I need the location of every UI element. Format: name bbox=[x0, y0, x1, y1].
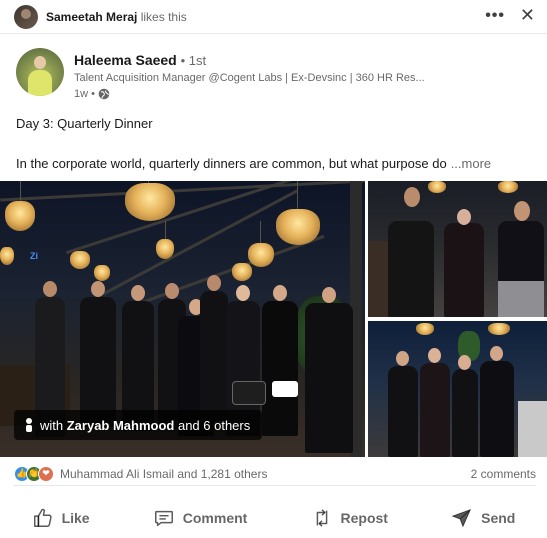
comment-icon bbox=[154, 510, 173, 527]
comment-label: Comment bbox=[182, 510, 248, 526]
tag-name: Zaryab Mahmood bbox=[66, 417, 175, 433]
send-label: Send bbox=[481, 510, 516, 526]
tag-text: with Zaryab Mahmood and 6 others bbox=[40, 417, 251, 433]
post-text-line-2-content: In the corporate world, quarterly dinner… bbox=[16, 156, 447, 171]
post-text-line-2: In the corporate world, quarterly dinner… bbox=[16, 154, 536, 174]
repost-label: Repost bbox=[340, 510, 388, 526]
social-counts-bar: 👍 👏 ❤ Muhammad Ali Ismail and 1,281 othe… bbox=[14, 462, 536, 486]
see-more-button[interactable]: ...more bbox=[451, 156, 491, 171]
love-reaction-icon: ❤ bbox=[38, 465, 54, 482]
post-text-line-1: Day 3: Quarterly Dinner bbox=[16, 116, 153, 131]
person-icon bbox=[24, 418, 34, 432]
photo-grid: Zi with Zaryab Mahmood and 6 others bbox=[0, 181, 547, 457]
reactions-summary[interactable]: 👍 👏 ❤ Muhammad Ali Ismail and 1,281 othe… bbox=[14, 465, 268, 482]
social-context-text: Sameetah Meraj likes this bbox=[46, 10, 187, 24]
post-commentary: Day 3: Quarterly Dinner In the corporate… bbox=[16, 114, 536, 174]
actor-name-line: Haleema Saeed • 1st bbox=[74, 52, 206, 68]
actor-headline: Talent Acquisition Manager @Cogent Labs … bbox=[74, 72, 425, 84]
like-button[interactable]: Like bbox=[22, 501, 100, 535]
like-label: Like bbox=[61, 510, 90, 526]
photo-top-right[interactable] bbox=[368, 181, 547, 317]
post-actor: Haleema Saeed • 1st Talent Acquisition M… bbox=[16, 48, 531, 104]
post-meta: 1w • bbox=[74, 88, 110, 100]
tagged-people-button[interactable]: with Zaryab Mahmood and 6 others bbox=[14, 410, 263, 440]
globe-icon bbox=[98, 88, 110, 100]
action-bar: Like Comment Repost Send bbox=[0, 498, 547, 538]
social-context-suffix: likes this bbox=[137, 9, 187, 24]
close-icon[interactable]: ✕ bbox=[520, 5, 535, 26]
thumbs-up-icon bbox=[33, 508, 52, 527]
actor-name[interactable]: Haleema Saeed bbox=[74, 52, 177, 68]
post-time: 1w • bbox=[74, 88, 95, 100]
more-options-button[interactable]: ••• bbox=[485, 7, 505, 25]
actor-avatar[interactable] bbox=[16, 48, 64, 96]
photo-bottom-right[interactable] bbox=[368, 321, 547, 457]
main-photo[interactable]: Zi with Zaryab Mahmood and 6 others bbox=[0, 181, 365, 457]
social-context-avatar[interactable] bbox=[14, 4, 38, 29]
comments-count-link[interactable]: 2 comments bbox=[471, 467, 536, 481]
reactions-count: Muhammad Ali Ismail and 1,281 others bbox=[60, 466, 268, 481]
comment-button[interactable]: Comment bbox=[143, 501, 258, 535]
send-button[interactable]: Send bbox=[441, 501, 525, 535]
repost-button[interactable]: Repost bbox=[301, 501, 398, 535]
repost-icon bbox=[316, 509, 327, 527]
send-icon bbox=[451, 508, 472, 528]
social-context-name[interactable]: Sameetah Meraj bbox=[46, 10, 137, 24]
connection-degree: • 1st bbox=[180, 53, 207, 68]
social-context-bar: Sameetah Meraj likes this ••• ✕ bbox=[0, 0, 547, 34]
